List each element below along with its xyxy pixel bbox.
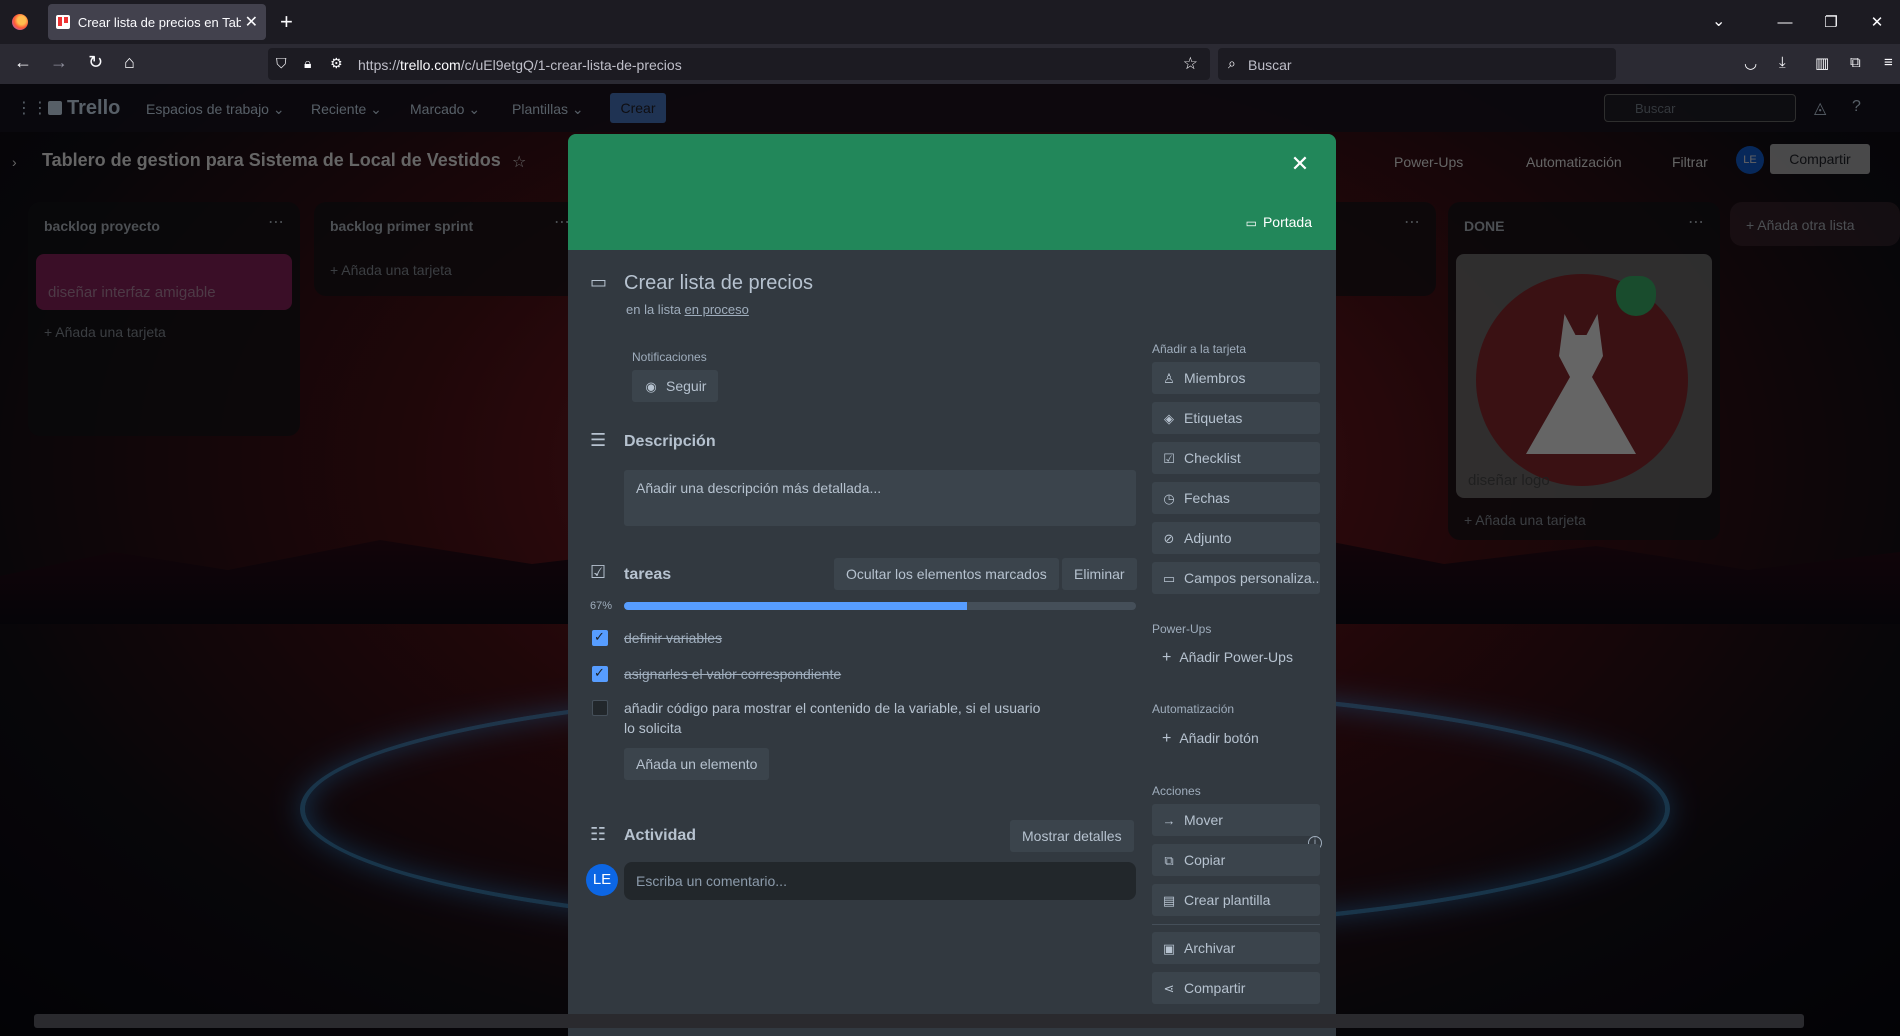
copy-button[interactable]: ⧉ Copiar — [1152, 844, 1320, 876]
close-icon[interactable]: ✕ — [1284, 148, 1316, 180]
bookmark-star-icon[interactable]: ☆ — [1183, 54, 1198, 74]
browser-nav-bar: ← → ↻ ⌂ ⛉ 🔒︎ ⚙ https://trello.com/c/uEl9… — [0, 44, 1900, 84]
card-title[interactable]: Crear lista de precios — [624, 272, 813, 295]
dates-button[interactable]: ◷ Fechas — [1152, 482, 1320, 514]
divider — [1152, 924, 1320, 925]
url-text: https://trello.com/c/uEl9etgQ/1-crear-li… — [358, 57, 682, 73]
archive-button[interactable]: ▣ Archivar — [1152, 932, 1320, 964]
firefox-logo-icon[interactable] — [12, 14, 28, 30]
close-window-icon[interactable]: ✕ — [1854, 13, 1900, 31]
sidebar-toggle-icon[interactable]: ▥ — [1815, 54, 1829, 72]
paperclip-icon: ⊘ — [1163, 531, 1175, 546]
downloads-icon[interactable]: ⤓ — [1779, 54, 1786, 71]
plus-icon: + — [1162, 649, 1172, 666]
description-input[interactable]: Añadir una descripción más detallada... — [624, 470, 1136, 526]
make-template-button[interactable]: ▤ Crear plantilla — [1152, 884, 1320, 916]
horizontal-scrollbar[interactable] — [34, 1014, 1804, 1028]
forward-icon[interactable]: → — [50, 52, 68, 73]
automation-label: Automatización — [1152, 702, 1235, 716]
attachment-button[interactable]: ⊘ Adjunto — [1152, 522, 1320, 554]
add-powerups-button[interactable]: + Añadir Power-Ups — [1152, 649, 1293, 667]
checklist-item[interactable]: añadir código para mostrar el contenido … — [624, 698, 1044, 738]
checklist-progress-bar — [624, 602, 1136, 610]
minimize-icon[interactable]: — — [1762, 14, 1808, 31]
home-icon[interactable]: ⌂ — [124, 52, 135, 73]
checklist-item[interactable]: definir variables — [624, 628, 722, 648]
reload-icon[interactable]: ↻ — [88, 52, 103, 73]
description-icon: ☰ — [590, 430, 607, 450]
cover-button[interactable]: ▭ Portada — [1246, 214, 1312, 230]
checklist-checkbox[interactable] — [592, 629, 608, 646]
members-button[interactable]: ♙ Miembros — [1152, 362, 1320, 394]
checklist-button[interactable]: ☑ Checklist — [1152, 442, 1320, 474]
delete-checklist-button[interactable]: Eliminar — [1062, 558, 1137, 590]
restore-icon[interactable]: ❐ — [1808, 13, 1854, 31]
search-icon: ⌕ — [1228, 55, 1236, 71]
description-title: Descripción — [624, 433, 716, 450]
tab-title: Crear lista de precios en Tablero — [77, 14, 241, 30]
checklist-item[interactable]: asignarles el valor correspondiente — [624, 664, 841, 684]
activity-title: Actividad — [624, 827, 697, 844]
browser-search-input[interactable]: ⌕ Buscar — [1218, 48, 1616, 80]
checklist-title[interactable]: tareas — [624, 566, 671, 584]
share-icon: ⋖ — [1163, 981, 1175, 996]
labels-button[interactable]: ◈ Etiquetas — [1152, 402, 1320, 434]
custom-fields-button[interactable]: ▭ Campos personaliza... — [1152, 562, 1320, 594]
new-tab-button[interactable]: + — [280, 9, 293, 35]
card-cover: ✕ ▭ Portada — [568, 134, 1336, 250]
browser-tab[interactable]: Crear lista de precios en Tablero ✕ — [48, 4, 266, 40]
tab-close-icon[interactable]: ✕ — [245, 12, 258, 32]
pocket-icon[interactable]: ◡ — [1744, 54, 1757, 72]
actions-label: Acciones — [1152, 784, 1201, 798]
add-button-button[interactable]: + Añadir botón — [1152, 730, 1259, 748]
move-button[interactable]: → Mover — [1152, 804, 1320, 836]
checklist-percent: 67% — [590, 600, 613, 612]
checklist-progress-fill — [624, 602, 968, 610]
avatar[interactable]: LE — [586, 864, 618, 896]
add-to-card-label: Añadir a la tarjeta — [1152, 342, 1247, 356]
card-list-info: en la lista en proceso — [626, 302, 749, 317]
lock-icon[interactable]: 🔒︎ — [304, 55, 311, 72]
url-bar[interactable]: ⛉ 🔒︎ ⚙ https://trello.com/c/uEl9etgQ/1-c… — [268, 48, 1210, 80]
folder-icon: ▭ — [1162, 571, 1176, 586]
share-button[interactable]: ⋖ Compartir — [1152, 972, 1320, 1004]
search-placeholder: Buscar — [1248, 57, 1292, 73]
arrow-right-icon: → — [1162, 813, 1176, 828]
activity-icon: ☷ — [590, 824, 607, 844]
comment-input[interactable]: Escriba un comentario... — [624, 862, 1136, 900]
cover-icon: ▭ — [1245, 216, 1257, 230]
hide-checked-button[interactable]: Ocultar los elementos marcados — [834, 558, 1059, 590]
follow-button[interactable]: ◉ Seguir — [632, 370, 719, 402]
notifications-label: Notificaciones — [632, 350, 707, 364]
permissions-icon[interactable]: ⚙ — [330, 55, 343, 72]
shield-icon[interactable]: ⛉ — [276, 55, 287, 72]
archive-icon: ▣ — [1162, 941, 1176, 956]
card-icon: ▭ — [590, 272, 608, 292]
list-link[interactable]: en proceso — [685, 302, 749, 317]
back-icon[interactable]: ← — [14, 52, 32, 73]
eye-icon: ◉ — [645, 379, 657, 394]
add-checklist-item-button[interactable]: Añada un elemento — [624, 748, 770, 780]
extensions-icon[interactable]: ⧉ — [1850, 54, 1861, 71]
show-details-button[interactable]: Mostrar detalles — [1010, 820, 1134, 852]
card-detail-modal: ✕ ▭ Portada ▭ Crear lista de precios en l… — [568, 134, 1336, 1036]
browser-tab-bar: Crear lista de precios en Tablero ✕ + ⌄ … — [0, 0, 1900, 44]
checklist-checkbox[interactable] — [592, 665, 608, 682]
copy-icon: ⧉ — [1164, 853, 1174, 868]
checklist-checkbox[interactable] — [592, 700, 608, 716]
checklist-icon: ☑ — [590, 562, 607, 582]
template-icon: ▤ — [1162, 893, 1176, 908]
tag-icon: ◈ — [1164, 411, 1174, 426]
list-tabs-chevron-icon[interactable]: ⌄ — [1712, 11, 1725, 31]
checkbox-icon: ☑ — [1163, 451, 1175, 466]
plus-icon: + — [1162, 730, 1172, 747]
clock-icon: ◷ — [1163, 491, 1175, 506]
menu-icon[interactable]: ≡ — [1884, 54, 1893, 71]
person-icon: ♙ — [1163, 371, 1175, 386]
trello-favicon-icon — [56, 15, 70, 29]
window-controls: — ❐ ✕ — [1762, 0, 1900, 44]
powerups-label: Power-Ups — [1152, 622, 1212, 636]
